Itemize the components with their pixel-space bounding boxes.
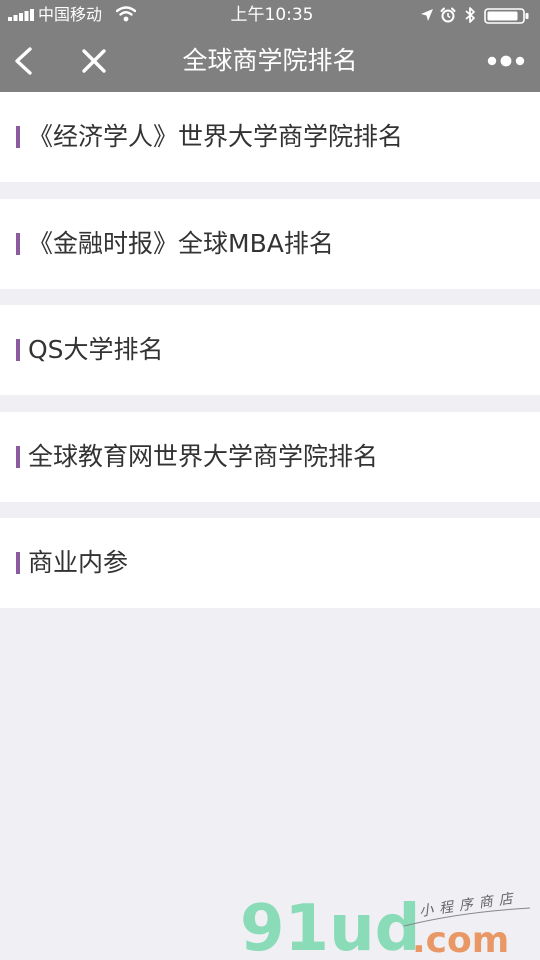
battery-icon bbox=[484, 8, 529, 24]
alarm-clock-icon bbox=[440, 7, 456, 23]
accent-bar bbox=[16, 233, 20, 255]
list-item-global-education-ranking[interactable]: 全球教育网世界大学商学院排名 bbox=[0, 412, 540, 502]
carrier-name: 中国移动 bbox=[38, 5, 103, 24]
status-bar: 中国移动 上午10:35 bbox=[0, 0, 540, 30]
more-options-button[interactable] bbox=[486, 46, 526, 76]
accent-bar bbox=[16, 446, 20, 468]
bluetooth-icon bbox=[465, 7, 475, 23]
list-item-qs-ranking[interactable]: QS大学排名 bbox=[0, 305, 540, 395]
close-icon bbox=[82, 49, 106, 73]
chevron-left-icon bbox=[15, 47, 32, 75]
accent-bar bbox=[16, 552, 20, 574]
back-button[interactable] bbox=[8, 44, 40, 78]
nav-bar: 全球商学院排名 bbox=[0, 30, 540, 92]
accent-bar bbox=[16, 126, 20, 148]
location-arrow-icon bbox=[421, 9, 433, 21]
page-title: 全球商学院排名 bbox=[182, 46, 358, 75]
list-item-label: 商业内参 bbox=[28, 548, 129, 577]
accent-bar bbox=[16, 339, 20, 361]
watermark-domain: .com bbox=[412, 920, 509, 956]
list-item-label: 《经济学人》世界大学商学院排名 bbox=[28, 122, 404, 151]
list-item-label: 全球教育网世界大学商学院排名 bbox=[28, 442, 379, 471]
watermark-tagline: 小程序商店 bbox=[418, 890, 519, 920]
list-item-economist-ranking[interactable]: 《经济学人》世界大学商学院排名 bbox=[0, 92, 540, 182]
list-item-label: QS大学排名 bbox=[28, 335, 164, 364]
close-button[interactable] bbox=[78, 44, 110, 78]
list-item-ft-mba-ranking[interactable]: 《金融时报》全球MBA排名 bbox=[0, 199, 540, 289]
signal-strength-icon bbox=[8, 9, 34, 21]
list-item-business-insider[interactable]: 商业内参 bbox=[0, 518, 540, 608]
list-item-label: 《金融时报》全球MBA排名 bbox=[28, 229, 334, 258]
watermark-brand: 91ud bbox=[240, 892, 420, 956]
watermark-logo: 91ud .com 小程序商店 bbox=[240, 890, 531, 956]
wifi-icon bbox=[116, 6, 136, 22]
status-icons bbox=[418, 5, 532, 25]
status-time: 上午10:35 bbox=[230, 5, 314, 25]
more-dots-icon bbox=[487, 55, 525, 67]
